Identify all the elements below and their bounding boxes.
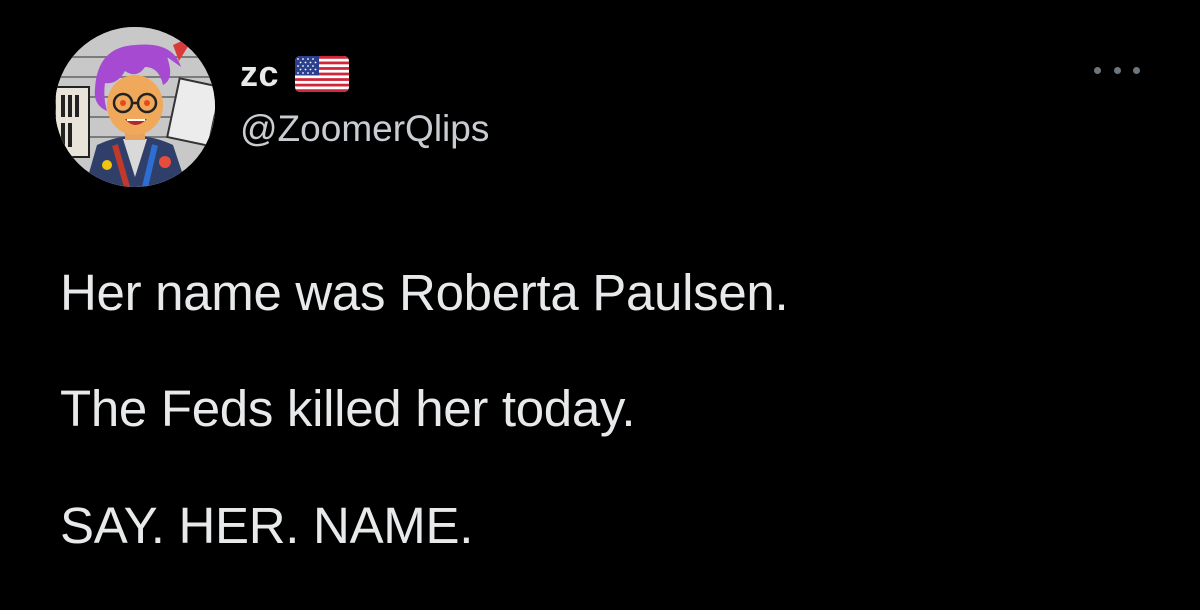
more-dot — [1094, 66, 1101, 74]
author-name-row: zc — [240, 52, 350, 96]
more-dot — [1133, 66, 1140, 74]
tweet-text-line: The Feds killed her today. — [60, 380, 636, 437]
tweet: zc @ZoomerQlips Her name was Roberta Pau… — [0, 0, 1200, 610]
avatar[interactable] — [55, 27, 215, 187]
more-options-icon[interactable] — [1094, 58, 1140, 82]
us-flag-icon — [295, 56, 350, 92]
user-handle[interactable]: @ZoomerQlips — [240, 106, 489, 152]
avatar-illustration — [55, 27, 215, 187]
tweet-text-line: SAY. HER. NAME. — [60, 497, 474, 554]
display-name[interactable]: zc — [240, 52, 279, 96]
tweet-text-line: Her name was Roberta Paulsen. — [60, 264, 789, 321]
more-dot — [1113, 66, 1121, 74]
